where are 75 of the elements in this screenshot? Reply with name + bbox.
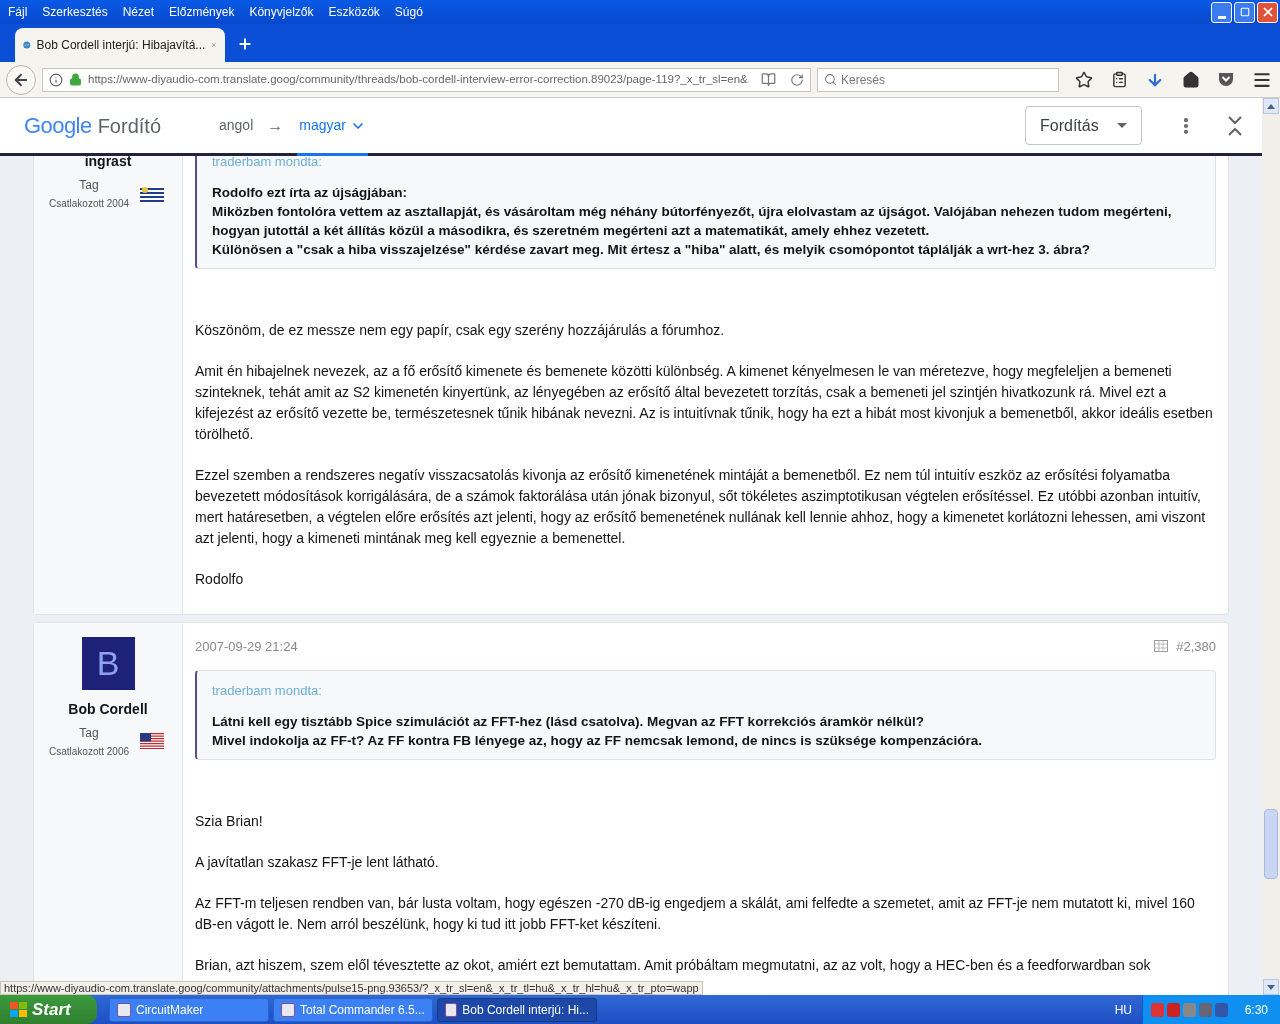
- post-number[interactable]: #2,380: [1176, 636, 1216, 656]
- taskbar-button[interactable]: CircuitMaker: [109, 997, 269, 1022]
- status-url: https://www-diyaudio-com.translate.goog/community/attachments/pulse15-png.93653/?_x_tr_sl=en&_x_tr_tl=hu&_x_tr_hl=hu&_x_tr_pto=wapp: [0, 981, 703, 995]
- quote-text: Különösen a "csak a hiba visszajelzése" kérdése zavart meg. Mit értesz a "hiba" alatt, és melyik csomópontot táplálják a wrt-hez 3. ábra?: [212, 240, 1091, 259]
- menu-item[interactable]: Eszközök: [324, 3, 384, 21]
- author-name[interactable]: Bob Cordell: [68, 698, 148, 720]
- restore-button[interactable]: [1234, 1, 1255, 23]
- lock-icon: [69, 73, 82, 86]
- flag-icon: [140, 733, 164, 749]
- reload-icon[interactable]: [790, 72, 804, 87]
- post-paragraph: Amit én hibajelnek nevezek, az a fő erősítő kimenete és bemenete közötti különbség. A kimenet kényelmesen le van méretezve, hogy megfeleljen a bemeneti szinteknek, tehát amit az S2 kimenetén kinyertünk, az lényegében az erősítő által bevezetett torzítás, csak a bemeneti jel szintjén hivatkozunk rá. Mivel ezt a kifejezést az erősítő vezette be, természetesnek tűnik hibának nevezni. Az is intuitívnak tűnik, hogy ha ezt a hibát most kivonjuk a bemenetből, akkor ideális esetben törölhető.: [195, 361, 1214, 444]
- join-date: Csatlakozott 2004: [49, 197, 130, 211]
- quote-text: Mivel indokolja az FF-t? Az FF kontra FB lényege az, hogy az FF nemcsak lemond, de nincs is szüksége kompenzációra.: [212, 731, 983, 750]
- taskbar-button[interactable]: Bob Cordell interjú: Hi...: [437, 997, 597, 1022]
- home-icon[interactable]: [1182, 70, 1200, 89]
- browser-tab[interactable]: Bob Cordell interjú: Hibajavítá...: [15, 28, 225, 62]
- menu-item[interactable]: Fájl: [4, 3, 32, 21]
- language-indicator[interactable]: HU: [1114, 1000, 1132, 1019]
- post-date[interactable]: 2007-09-29 21:24: [195, 636, 298, 656]
- scroll-down-icon[interactable]: [1267, 984, 1275, 990]
- taskbar-button[interactable]: Total Commander 6.5...: [273, 997, 433, 1022]
- collapse-icon[interactable]: [1228, 115, 1242, 136]
- post-paragraph: A javítatlan szakasz FFT-je lent látható.: [195, 852, 440, 872]
- clock: 6:30: [1244, 1001, 1268, 1019]
- quote-text: Látni kell egy tisztább Spice szimulációt az FFT-hez (lásd csatolva). Megvan az FFT korrekciós áramkör nélkül?: [212, 712, 925, 731]
- scrollbar[interactable]: [1262, 98, 1280, 995]
- start-button[interactable]: Start: [0, 995, 97, 1024]
- restore-icon: [1239, 7, 1250, 17]
- scrollbar-thumb[interactable]: [1264, 809, 1278, 879]
- scroll-up-icon[interactable]: [1267, 103, 1275, 109]
- clipboard-icon[interactable]: [1111, 71, 1128, 88]
- post-paragraph: Köszönöm, de ez messze nem egy papír, csak egy szerény hozzájárulás a fórumhoz.: [195, 320, 726, 340]
- grid-icon[interactable]: [1154, 640, 1169, 653]
- product-name: Fordító: [97, 113, 161, 139]
- google-logo: Google: [24, 112, 92, 140]
- bookmark-star-icon[interactable]: [1075, 70, 1093, 89]
- source-language[interactable]: angol: [219, 115, 254, 136]
- post-paragraph: Ezzel szemben a rendszeres negatív visszacsatolás kivonja az erősítő kimenetének mintáját a bemenetből. Ez nem túl intuitív eszköz az erősítési folyamatba bevezetett módosítások korrigálására, de a számok faktorálása után jónak bizonyul, sőt tökéletes aszimptotikusan végtelen erősítéssel. Ez utóbbi azonban intuitív, mert határesetben, a végtelen előre erősítés azt jelenti, hogy az erősítő bemenetének nullának kell lennie ahhoz, hogy a kimenetet korlátozni lehessen, ami viszont azt jelenti, hogy a kimeneti mintának meg kell egyeznie a bemenettel.: [195, 465, 1207, 548]
- app-icon: [281, 1002, 295, 1017]
- url-text: https://www-diyaudio-com.translate.goog/community/threads/bob-cordell-interview-error-correction.89023/page-119?_x_tr_sl=en&: [88, 71, 749, 87]
- search-field[interactable]: Keresés: [817, 67, 1059, 92]
- app-icon: [445, 1002, 458, 1017]
- author-name[interactable]: ingrast: [84, 156, 132, 172]
- user-role: Tag: [79, 177, 99, 194]
- menu-item[interactable]: Súgó: [390, 3, 427, 21]
- minimize-button[interactable]: [1211, 1, 1232, 23]
- join-date: Csatlakozott 2006: [49, 744, 130, 759]
- caret-icon: [1117, 123, 1127, 128]
- back-button[interactable]: [6, 64, 36, 95]
- close-button[interactable]: [1257, 1, 1278, 23]
- windows-logo-icon: [10, 1001, 28, 1018]
- menu-item[interactable]: Szerkesztés: [38, 3, 112, 21]
- tab-title: Bob Cordell interjú: Hibajavítá...: [36, 37, 206, 54]
- quote-text: Miközben fontolóra vettem az asztallapját, és vásároltam még néhány bútorfényezőt, újra elolvastam az újságot. Valójában nehezen tudom megérteni, hogyan jutottál a két állítás közül a másodikra, és szeretném megérteni azt a matematikát, amely ehhez vezetett.: [212, 202, 1173, 240]
- search-input[interactable]: Keresés: [841, 70, 1052, 89]
- post-paragraph: Rodolfo: [195, 569, 245, 589]
- flag-icon: [140, 185, 164, 202]
- address-bar[interactable]: https://www-diyaudio-com.translate.goog/community/threads/bob-cordell-interview-error-correction.89023/page-119?_x_tr_sl=en&: [42, 67, 811, 92]
- user-role: Tag: [79, 724, 99, 742]
- menu-item[interactable]: Könyvjelzők: [245, 3, 318, 21]
- menu-item[interactable]: Nézet: [118, 3, 159, 21]
- arrow-text: →: [267, 115, 284, 136]
- post-paragraph: Brian, azt hiszem, szem elől tévesztette az okot, amiért ezt bemutattam. Amit próbáltam megmutatni, az az volt, hogy a HEC-ben és a feedforwardban sok: [195, 955, 1152, 975]
- quote-text: Rodolfo ezt írta az újságjában:: [212, 183, 409, 202]
- pocket-icon[interactable]: [1218, 72, 1234, 87]
- translate-dropdown[interactable]: Fordítás: [1025, 106, 1142, 145]
- app-icon: [117, 1002, 131, 1017]
- post-paragraph: Az FFT-m teljesen rendben van, bár lusta voltam, hogy egészen -270 dB-ig engedjem a skálát, ami felfedte a szemetet, amit az FFT-je nem mutatott ki, mivel 160 dB-en vágott le. Nem arról beszélünk, hogy ki tud itt jobb FFT-ket készíteni.: [195, 893, 1196, 934]
- search-icon: [824, 73, 837, 86]
- info-icon[interactable]: [49, 72, 63, 87]
- avatar: B: [81, 636, 135, 690]
- post-paragraph: Szia Brian!: [195, 811, 264, 831]
- reader-view-icon[interactable]: [761, 72, 776, 87]
- menu-item[interactable]: Előzmények: [165, 3, 239, 21]
- new-tab-icon[interactable]: [237, 36, 253, 52]
